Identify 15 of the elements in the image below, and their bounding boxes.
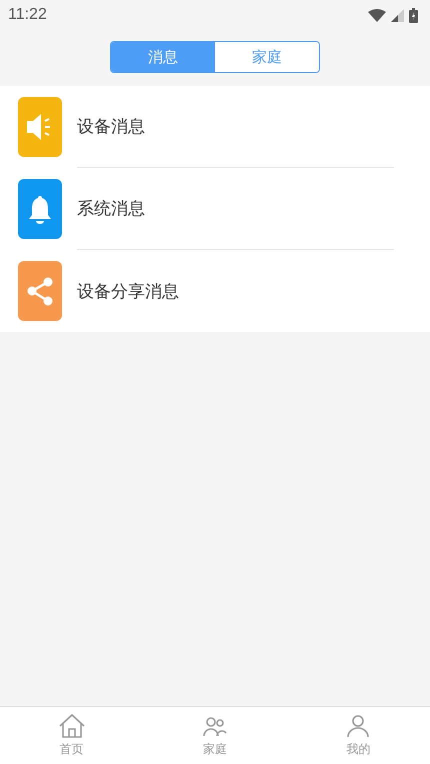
message-label: 设备分享消息 — [77, 280, 179, 302]
wifi-icon — [368, 8, 386, 22]
status-time: 11:22 — [8, 6, 47, 24]
nav-tab[interactable]: 家庭 — [174, 707, 255, 764]
message-list-item[interactable]: 设备分享消息 — [0, 250, 430, 332]
nav-tab[interactable]: 首页 — [32, 707, 112, 764]
message-label: 设备消息 — [77, 116, 145, 138]
segment-tab[interactable]: 消息 — [111, 42, 215, 72]
signal-icon — [391, 8, 404, 22]
message-label: 系统消息 — [77, 198, 145, 220]
message-list-item[interactable]: 系统消息 — [0, 168, 430, 250]
message-list-item[interactable]: 设备消息 — [0, 86, 430, 168]
battery-icon — [409, 8, 418, 22]
nav-tab[interactable]: 我的 — [318, 707, 398, 764]
home-icon — [58, 713, 86, 739]
